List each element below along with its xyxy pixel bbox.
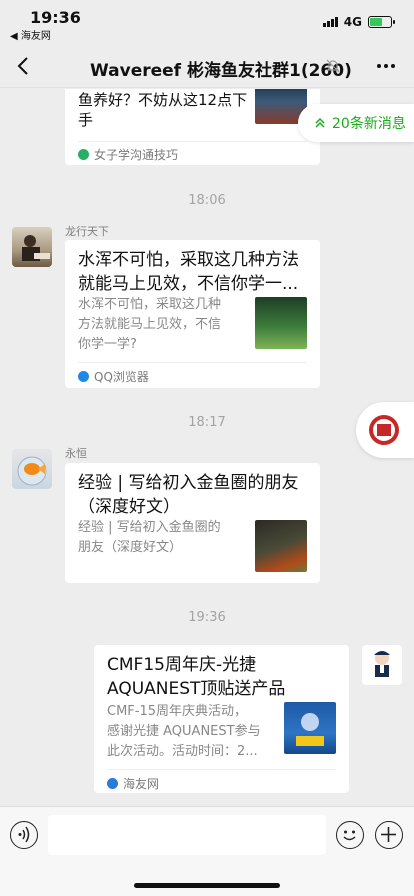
timestamp: 18:06 (188, 193, 226, 208)
source-app-icon (107, 778, 118, 789)
source-label: QQ浏览器 (94, 370, 149, 384)
card-title-line: AQUANEST顶贴送产品 (107, 679, 286, 699)
emoji-button[interactable] (336, 821, 364, 849)
card-title-line: 手 (78, 111, 94, 129)
card-desc-line: 方法就能马上见效，不信 (78, 317, 222, 332)
new-messages-label: 20条新消息 (332, 116, 406, 132)
more-functions-button[interactable] (375, 821, 403, 849)
plus-icon (381, 827, 396, 842)
card-title-line: 经验 | 写给初入金鱼圈的朋友 (78, 473, 299, 493)
red-seal-icon (369, 415, 399, 445)
link-card-3[interactable]: 经验 | 写给初入金鱼圈的朋友 （深度好文） 经验 | 写给初入金鱼圈的 朋友（… (65, 463, 320, 583)
card-title-line: 水浑不可怕，采取这几种方法 (78, 250, 299, 270)
sender-name: 龙行天下 (65, 225, 109, 238)
nav-bar: Wavereef 彬海鱼友社群1(260) (0, 44, 414, 88)
link-card-1[interactable]: 鱼养好？不妨从这12点下 手 女子学沟通技巧 (65, 89, 320, 165)
mute-bell-icon (326, 59, 340, 73)
card-divider (78, 362, 307, 363)
link-card-2[interactable]: 水浑不可怕，采取这几种方法 就能马上见效，不信你学一... 水浑不可怕，采取这几… (65, 240, 320, 388)
sender-name: 永恒 (65, 447, 87, 460)
card-title-line: （深度好文） (78, 497, 180, 517)
double-chevron-up-icon (315, 117, 325, 128)
card-desc-line: 此次活动。活动时间：2... (107, 744, 258, 759)
goldfish-bowl-icon (17, 456, 47, 486)
card-desc-line: 感谢光捷 AQUANEST参与 (107, 724, 261, 739)
card-title-line: CMF15周年庆-光捷 (107, 655, 257, 675)
timestamp: 19:36 (188, 610, 226, 625)
card-desc-line: 你学一学? (78, 337, 137, 352)
avatar[interactable] (12, 227, 52, 267)
card-thumbnail (255, 520, 307, 572)
battery-icon (368, 16, 395, 28)
card-desc-line: 经验 | 写给初入金鱼圈的 (78, 520, 221, 535)
smiley-icon (343, 830, 356, 841)
card-source: 海友网 (107, 775, 159, 792)
cartoon-avatar-icon (374, 651, 390, 677)
voice-input-button[interactable] (10, 821, 38, 849)
avatar[interactable] (12, 449, 52, 489)
new-messages-button[interactable]: 20条新消息 (298, 104, 414, 142)
status-bar: 19:36 ◀ 海友网 4G (0, 0, 414, 44)
status-indicators: 4G (322, 15, 395, 29)
more-options-button[interactable] (374, 56, 398, 76)
chat-title: Wavereef 彬海鱼友社群1(260) (90, 61, 352, 81)
network-label: 4G (343, 15, 362, 29)
link-card-4[interactable]: CMF15周年庆-光捷 AQUANEST顶贴送产品 CMF-15周年庆典活动， … (94, 645, 349, 793)
status-time: 19:36 (30, 8, 81, 27)
card-desc-line: 朋友（深度好文） (78, 540, 183, 555)
card-source: QQ浏览器 (78, 368, 149, 385)
source-app-icon (78, 149, 89, 160)
back-to-app-link[interactable]: ◀ 海友网 (10, 27, 51, 42)
input-bar (0, 806, 414, 896)
chat-area[interactable]: 鱼养好？不妨从这12点下 手 女子学沟通技巧 20条新消息 18:06 龙行天下… (0, 89, 414, 807)
floating-widget[interactable] (356, 402, 414, 458)
qq-browser-icon (78, 371, 89, 382)
card-desc-line: CMF-15周年庆典活动， (107, 704, 248, 719)
voice-icon (18, 826, 30, 843)
person-silhouette-icon (22, 235, 50, 261)
card-source: 女子学沟通技巧 (78, 146, 178, 163)
card-title-line: 就能马上见效，不信你学一... (78, 274, 299, 294)
timestamp: 18:17 (188, 415, 226, 430)
back-chevron-icon[interactable] (14, 54, 34, 78)
home-indicator[interactable] (134, 883, 280, 888)
card-thumbnail (255, 297, 307, 349)
card-divider (107, 769, 336, 770)
card-desc-line: 水浑不可怕，采取这几种 (78, 297, 222, 312)
source-label: 海友网 (123, 777, 160, 791)
card-title-line: 鱼养好？不妨从这12点下 (78, 91, 248, 109)
source-label: 女子学沟通技巧 (94, 148, 179, 162)
message-input[interactable] (48, 815, 326, 855)
event-logo-icon (296, 713, 324, 746)
card-thumbnail (284, 702, 336, 754)
card-divider (78, 141, 307, 142)
signal-icon (322, 17, 338, 27)
my-avatar[interactable] (362, 645, 402, 685)
